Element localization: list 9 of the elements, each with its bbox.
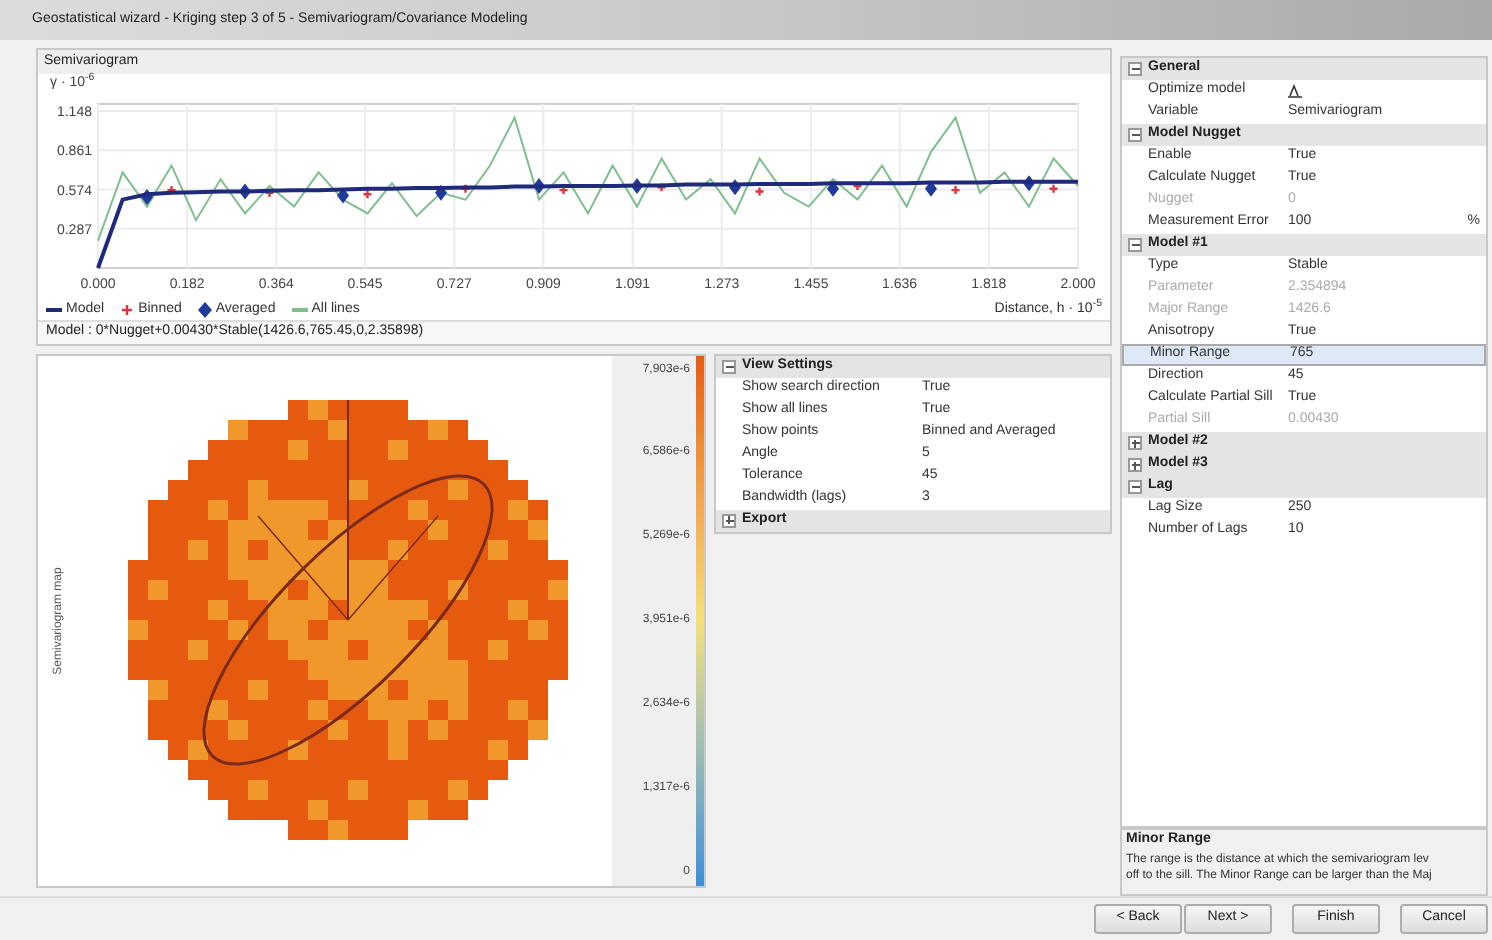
collapse-icon[interactable]: [1128, 62, 1142, 76]
expand-icon[interactable]: [722, 513, 736, 527]
expand-icon[interactable]: [1128, 458, 1142, 472]
collapse-icon[interactable]: [722, 359, 736, 373]
collapse-icon[interactable]: [1128, 128, 1142, 142]
collapse-icon[interactable]: [1128, 480, 1142, 494]
expand-icon[interactable]: [1128, 436, 1142, 450]
function-icon[interactable]: [1288, 84, 1302, 98]
collapse-icon[interactable]: [1128, 238, 1142, 252]
